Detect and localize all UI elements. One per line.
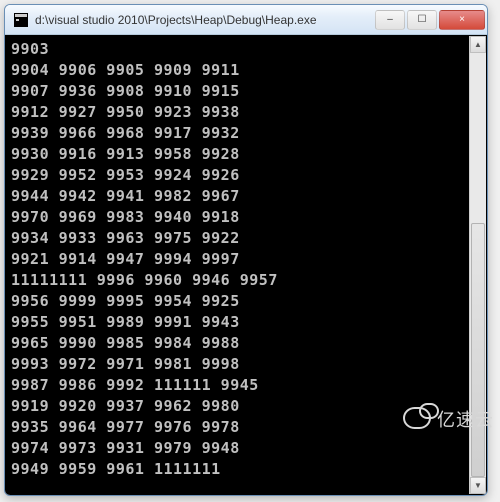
maximize-button[interactable]: ☐ <box>407 10 437 30</box>
console-icon <box>13 12 29 28</box>
console-output: 9903 9904 9906 9905 9909 9911 9907 9936 … <box>5 35 487 495</box>
scroll-down-button[interactable]: ▼ <box>470 477 486 494</box>
scroll-thumb[interactable] <box>471 223 485 477</box>
scroll-track[interactable] <box>470 53 486 477</box>
vertical-scrollbar[interactable]: ▲ ▼ <box>469 36 486 494</box>
close-button[interactable]: × <box>439 10 485 30</box>
window-title: d:\visual studio 2010\Projects\Heap\Debu… <box>35 13 373 27</box>
minimize-button[interactable]: – <box>375 10 405 30</box>
window-buttons: – ☐ × <box>373 10 485 30</box>
console-window: d:\visual studio 2010\Projects\Heap\Debu… <box>4 4 488 496</box>
titlebar[interactable]: d:\visual studio 2010\Projects\Heap\Debu… <box>5 5 487 35</box>
scroll-up-button[interactable]: ▲ <box>470 36 486 53</box>
